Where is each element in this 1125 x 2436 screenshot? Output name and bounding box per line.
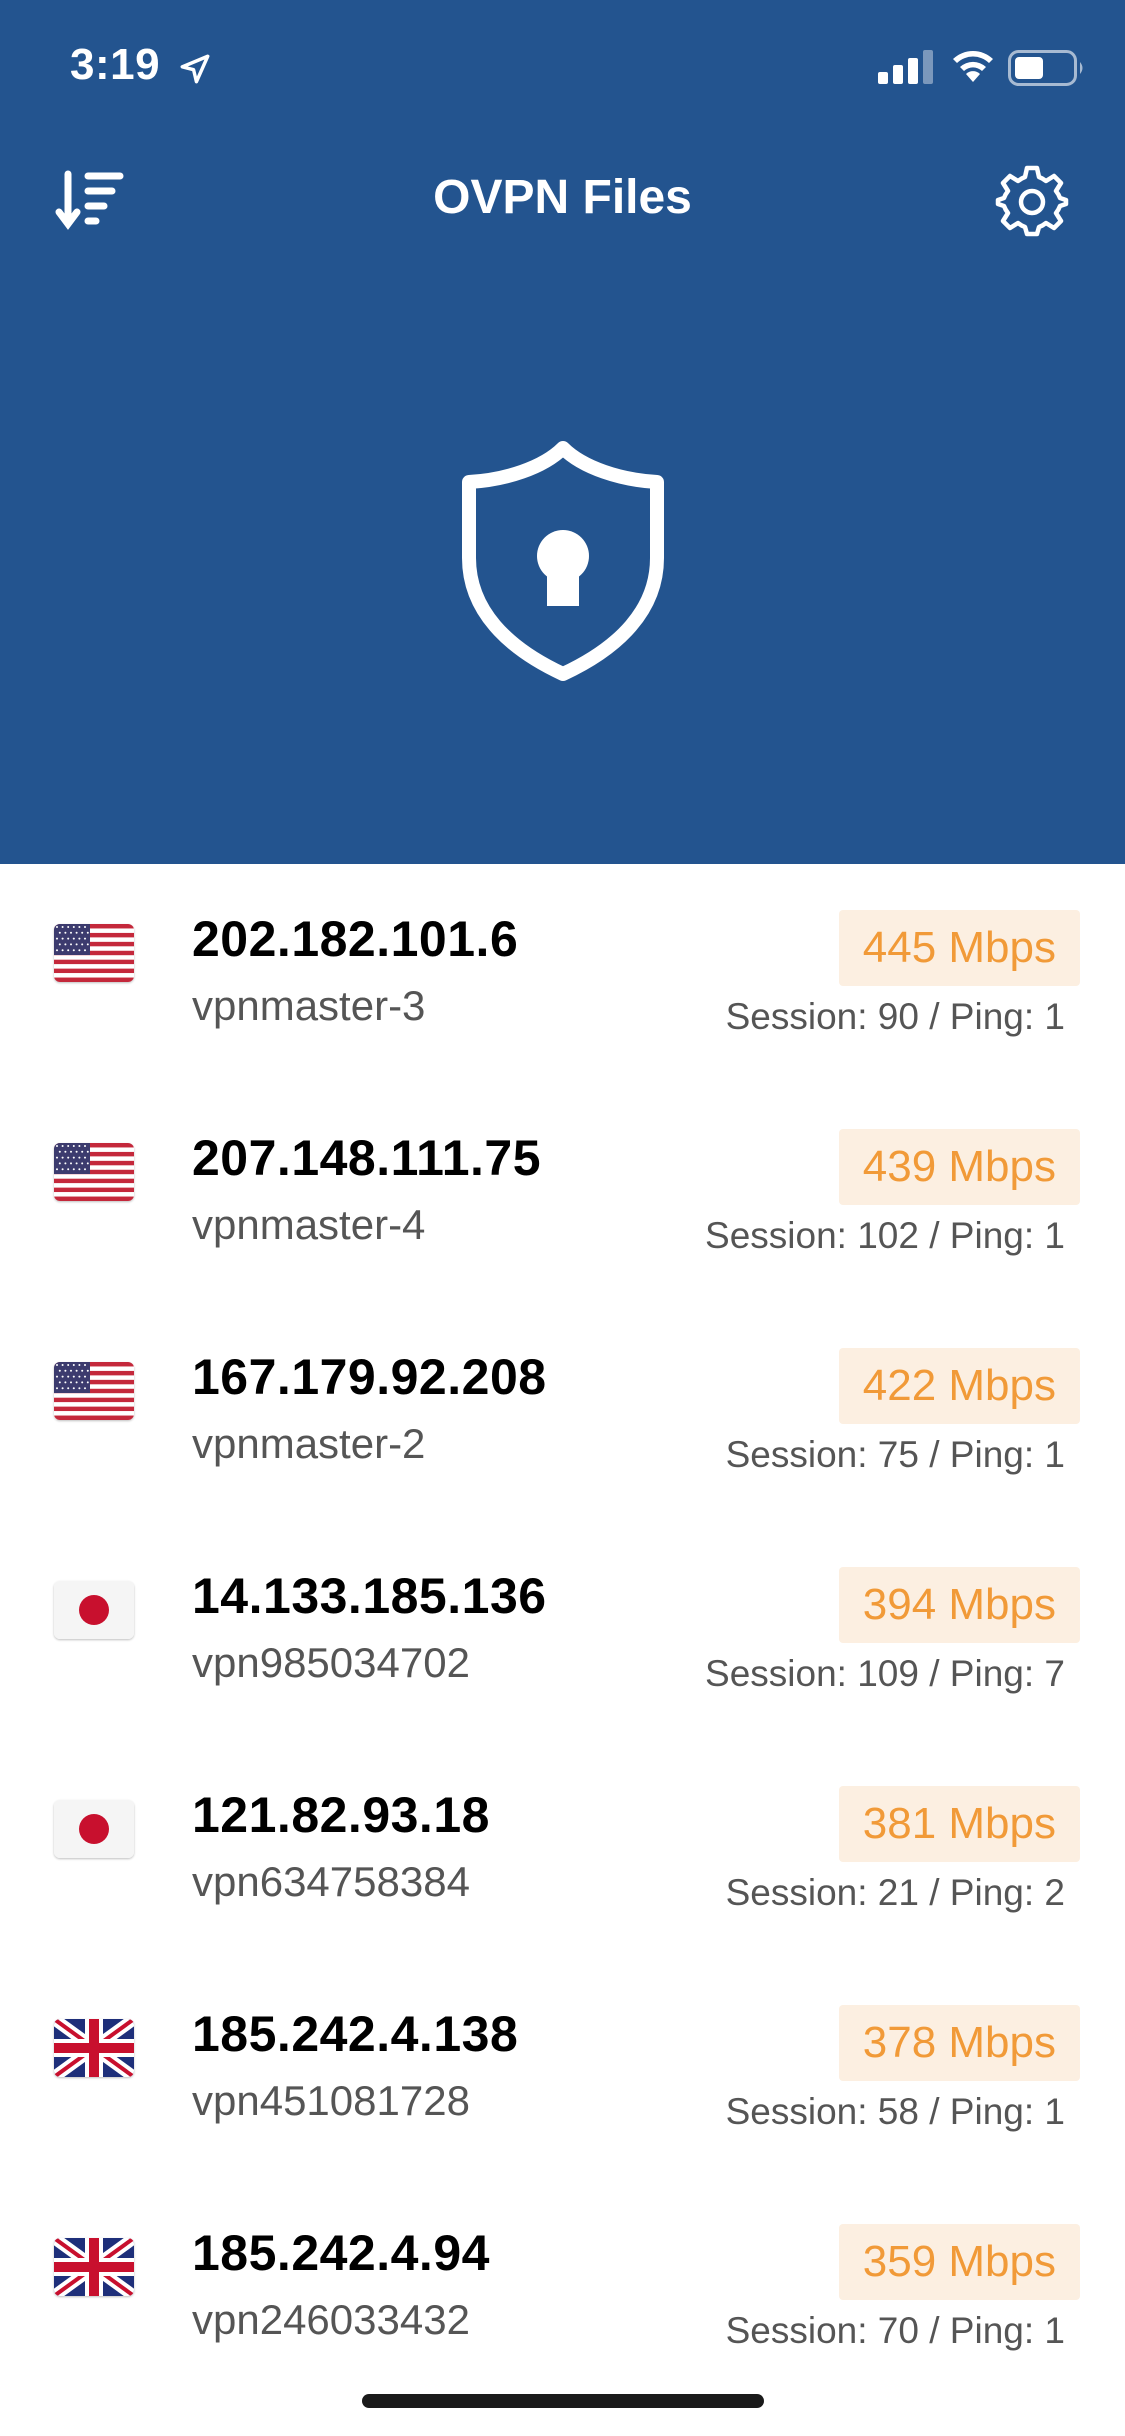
speed-badge: 422 Mbps bbox=[838, 1348, 1080, 1424]
server-hostname: vpnmaster-3 bbox=[192, 982, 426, 1029]
server-ip: 167.179.92.208 bbox=[192, 1349, 547, 1405]
server-hostname: vpnmaster-4 bbox=[192, 1201, 426, 1248]
flag-us-icon bbox=[54, 924, 134, 982]
page-title: OVPN Files bbox=[433, 171, 692, 224]
session-ping: Session: 21 / Ping: 2 bbox=[725, 1872, 1065, 1913]
server-row[interactable]: 167.179.92.208 vpnmaster-2 422 Mbps Session… bbox=[0, 1302, 1125, 1521]
home-indicator[interactable] bbox=[362, 2394, 764, 2408]
server-row[interactable]: 185.242.4.94 vpn246033432 359 Mbps Session:… bbox=[0, 2178, 1125, 2397]
gear-icon[interactable] bbox=[994, 162, 1070, 238]
flag-us-icon bbox=[54, 1362, 134, 1420]
flag-jp-icon bbox=[54, 1800, 134, 1858]
server-ip: 202.182.101.6 bbox=[192, 911, 519, 967]
speed-badge: 445 Mbps bbox=[838, 910, 1080, 986]
server-hostname: vpnmaster-2 bbox=[192, 1420, 426, 1467]
session-ping: Session: 109 / Ping: 7 bbox=[705, 1653, 1065, 1694]
server-ip: 14.133.185.136 bbox=[192, 1568, 547, 1624]
flag-jp-icon bbox=[54, 1581, 134, 1639]
location-arrow-icon bbox=[180, 54, 210, 84]
wifi-icon bbox=[953, 51, 993, 82]
session-ping: Session: 58 / Ping: 1 bbox=[725, 2091, 1065, 2132]
header: 3:19 OVPN Files bbox=[0, 0, 1125, 864]
cellular-signal-icon bbox=[878, 50, 933, 84]
battery-icon bbox=[1008, 50, 1083, 86]
speed-badge: 394 Mbps bbox=[838, 1567, 1080, 1643]
session-ping: Session: 90 / Ping: 1 bbox=[725, 996, 1065, 1037]
server-ip: 207.148.111.75 bbox=[192, 1130, 542, 1186]
server-row[interactable]: 185.242.4.138 vpn451081728 378 Mbps Session… bbox=[0, 1959, 1125, 2178]
status-bar: 3:19 bbox=[0, 0, 1125, 132]
speed-badge: 378 Mbps bbox=[838, 2005, 1080, 2081]
flag-us-icon bbox=[54, 1143, 134, 1201]
flag-gb-icon bbox=[54, 2019, 134, 2077]
server-hostname: vpn246033432 bbox=[192, 2296, 470, 2343]
speed-badge: 439 Mbps bbox=[838, 1129, 1080, 1205]
server-row[interactable]: 202.182.101.6 vpnmaster-3 445 Mbps Session:… bbox=[0, 864, 1125, 1083]
server-ip: 185.242.4.94 bbox=[192, 2225, 490, 2281]
server-ip: 185.242.4.138 bbox=[192, 2006, 519, 2062]
server-row[interactable]: 207.148.111.75 vpnmaster-4 439 Mbps Session… bbox=[0, 1083, 1125, 1302]
speed-badge: 381 Mbps bbox=[838, 1786, 1080, 1862]
server-ip: 121.82.93.18 bbox=[192, 1787, 490, 1843]
server-hostname: vpn634758384 bbox=[192, 1858, 470, 1905]
server-hostname: vpn451081728 bbox=[192, 2077, 470, 2124]
server-row[interactable]: 121.82.93.18 vpn634758384 381 Mbps Session:… bbox=[0, 1740, 1125, 1959]
server-row[interactable]: 14.133.185.136 vpn985034702 394 Mbps Sessio… bbox=[0, 1521, 1125, 1740]
shield-lock-icon bbox=[462, 441, 664, 681]
server-hostname: vpn985034702 bbox=[192, 1639, 470, 1686]
navbar: OVPN Files bbox=[0, 150, 1125, 250]
session-ping: Session: 75 / Ping: 1 bbox=[725, 1434, 1065, 1475]
session-ping: Session: 70 / Ping: 1 bbox=[725, 2310, 1065, 2351]
flag-gb-icon bbox=[54, 2238, 134, 2296]
speed-badge: 359 Mbps bbox=[838, 2224, 1080, 2300]
session-ping: Session: 102 / Ping: 1 bbox=[705, 1215, 1065, 1256]
status-time: 3:19 bbox=[70, 40, 161, 89]
